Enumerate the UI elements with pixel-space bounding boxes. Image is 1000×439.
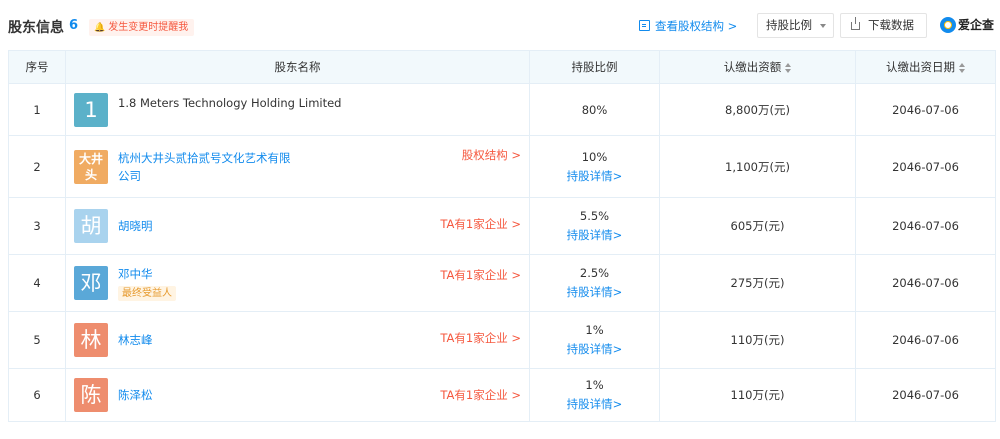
holding-ratio-cell: 2.5% 持股详情>: [529, 254, 660, 312]
view-structure-label: 查看股权结构 >: [655, 19, 738, 33]
col-header-amount[interactable]: 认缴出资额: [659, 50, 856, 84]
download-icon: [851, 17, 860, 30]
holding-detail-link[interactable]: 持股详情>: [530, 396, 659, 412]
shareholder-name-line[interactable]: 陈泽松: [118, 386, 153, 404]
table-row: 4 邓邓中华最终受益人 TA有1家企业 > 2.5% 持股详情> 275万(元) 2046-…: [8, 254, 996, 312]
brand-name: 爱企查: [958, 18, 995, 32]
holding-detail-link[interactable]: 持股详情>: [530, 341, 659, 357]
avatar: 胡: [74, 209, 108, 243]
holding-ratio-cell: 80%: [529, 83, 660, 136]
shareholder-name[interactable]: 林志峰: [118, 331, 153, 349]
shareholder-cell: 胡胡晓明 TA有1家企业 >: [65, 197, 530, 255]
avatar: 邓: [74, 266, 108, 300]
col-header-name: 股东名称: [65, 50, 530, 84]
holding-ratio-cell: 5.5% 持股详情>: [529, 197, 660, 255]
holding-ratio: 5.5%: [579, 209, 610, 223]
shareholder-name[interactable]: 陈泽松: [118, 386, 153, 404]
table-row: 6 陈陈泽松 TA有1家企业 > 1% 持股详情> 110万(元) 2046-07-06: [8, 368, 996, 422]
row-index: 3: [8, 197, 66, 255]
avatar: 陈: [74, 378, 108, 412]
shareholder-name[interactable]: 胡晓明: [118, 217, 153, 235]
avatar: 1: [74, 92, 108, 127]
holding-ratio-cell: 1% 持股详情>: [529, 311, 660, 369]
shareholder-cell: 林林志峰 TA有1家企业 >: [65, 311, 530, 369]
shareholder-name[interactable]: 杭州大井头贰拾贰号文化艺术有限 公司: [118, 149, 291, 185]
holding-ratio: 1%: [585, 378, 604, 392]
subscribed-date: 2046-07-06: [855, 135, 996, 198]
holding-ratio-cell: 1% 持股详情>: [529, 368, 660, 422]
shareholder-name-line[interactable]: 杭州大井头贰拾贰号文化艺术有限: [118, 149, 291, 167]
change-alert-label: 发生变更时提醒我: [108, 22, 189, 33]
holding-detail-link[interactable]: 持股详情>: [530, 227, 659, 243]
table-row: 1 1 1.8 Meters Technology Holding Limited 8…: [8, 83, 996, 136]
shareholder-name[interactable]: 邓中华 最终受益人: [118, 265, 176, 301]
shareholder-name-line[interactable]: 胡晓明: [118, 217, 153, 235]
row-index: 6: [8, 368, 66, 422]
col-header-ratio: 持股比例: [529, 50, 660, 84]
shareholder-cell: 邓邓中华最终受益人 TA有1家企业 >: [65, 254, 530, 312]
subscribed-amount: 1,100万(元): [659, 135, 856, 198]
shareholder-name-line[interactable]: 林志峰: [118, 331, 153, 349]
holding-detail-link[interactable]: 持股详情>: [530, 284, 659, 300]
shareholder-name-line[interactable]: 邓中华: [118, 265, 176, 283]
avatar: 林: [74, 323, 108, 357]
subscribed-amount: 605万(元): [659, 197, 856, 255]
row-index: 5: [8, 311, 66, 369]
col-header-date[interactable]: 认缴出资日期: [855, 50, 996, 84]
subscribed-amount: 110万(元): [659, 368, 856, 422]
beneficiary-badge: 最终受益人: [118, 286, 176, 301]
shareholder-cell: 1 1.8 Meters Technology Holding Limited: [65, 83, 530, 136]
table-row: 5 林林志峰 TA有1家企业 > 1% 持股详情> 110万(元) 2046-07-06: [8, 311, 996, 369]
table-header-row: 序号 股东名称 持股比例 认缴出资额 认缴出资日期: [8, 50, 996, 84]
holding-ratio: 80%: [581, 102, 608, 117]
subscribed-amount: 110万(元): [659, 311, 856, 369]
subscribed-date: 2046-07-06: [855, 197, 996, 255]
table-row: 2 大井头 杭州大井头贰拾贰号文化艺术有限 公司 股权结构 > 10% 持股详情> 1,100…: [8, 135, 996, 198]
holding-ratio: 2.5%: [579, 266, 610, 280]
holding-ratio: 1%: [585, 323, 604, 337]
download-label: 下载数据: [868, 18, 914, 32]
subscribed-amount: 8,800万(元): [659, 83, 856, 136]
related-companies-link[interactable]: TA有1家企业 >: [440, 216, 521, 232]
structure-icon: [639, 20, 650, 31]
table-row: 3 胡胡晓明 TA有1家企业 > 5.5% 持股详情> 605万(元) 2046-07-06: [8, 197, 996, 255]
subscribed-date: 2046-07-06: [855, 368, 996, 422]
sort-select-value: 持股比例: [766, 18, 812, 32]
aiqicha-logo-icon: [940, 17, 956, 33]
shareholder-count: 6: [69, 18, 79, 33]
row-index: 4: [8, 254, 66, 312]
subscribed-date: 2046-07-06: [855, 311, 996, 369]
shareholder-name-line[interactable]: 公司: [118, 167, 291, 185]
shareholder-cell: 陈陈泽松 TA有1家企业 >: [65, 368, 530, 422]
sort-icon[interactable]: [959, 63, 965, 73]
related-companies-link[interactable]: 股权结构 >: [462, 147, 521, 163]
related-companies-link[interactable]: TA有1家企业 >: [440, 387, 521, 403]
section-title: 股东信息: [8, 20, 64, 36]
col-header-index: 序号: [8, 50, 66, 84]
holding-ratio-cell: 10% 持股详情>: [529, 135, 660, 198]
download-button[interactable]: 下载数据: [840, 13, 927, 38]
related-companies-link[interactable]: TA有1家企业 >: [440, 267, 521, 283]
shareholder-name: 1.8 Meters Technology Holding Limited: [118, 94, 341, 112]
subscribed-amount: 275万(元): [659, 254, 856, 312]
shareholders-table: 序号 股东名称 持股比例 认缴出资额 认缴出资日期 1 1 1.8 Meters T…: [8, 50, 996, 422]
holding-detail-link[interactable]: 持股详情>: [530, 168, 659, 184]
shareholder-cell: 大井头 杭州大井头贰拾贰号文化艺术有限 公司 股权结构 >: [65, 135, 530, 198]
subscribed-date: 2046-07-06: [855, 83, 996, 136]
bell-icon: 🔔: [94, 23, 106, 33]
sort-select[interactable]: 持股比例: [757, 13, 834, 38]
shareholders-header: 股东信息 6 🔔 发生变更时提醒我 查看股权结构 > 持股比例 下载数据 爱企查: [0, 0, 1000, 50]
chevron-down-icon: [820, 24, 826, 28]
avatar: 大井头: [74, 149, 108, 184]
change-alert-button[interactable]: 🔔 发生变更时提醒我: [89, 19, 195, 36]
shareholder-name-line: 1.8 Meters Technology Holding Limited: [118, 95, 342, 110]
subscribed-date: 2046-07-06: [855, 254, 996, 312]
sort-icon[interactable]: [785, 63, 792, 73]
related-companies-link[interactable]: TA有1家企业 >: [440, 330, 521, 346]
holding-ratio: 10%: [581, 149, 608, 164]
view-structure-link[interactable]: 查看股权结构 >: [639, 18, 737, 34]
row-index: 1: [8, 83, 66, 136]
brand-logo: 爱企查: [940, 16, 994, 33]
row-index: 2: [8, 135, 66, 198]
